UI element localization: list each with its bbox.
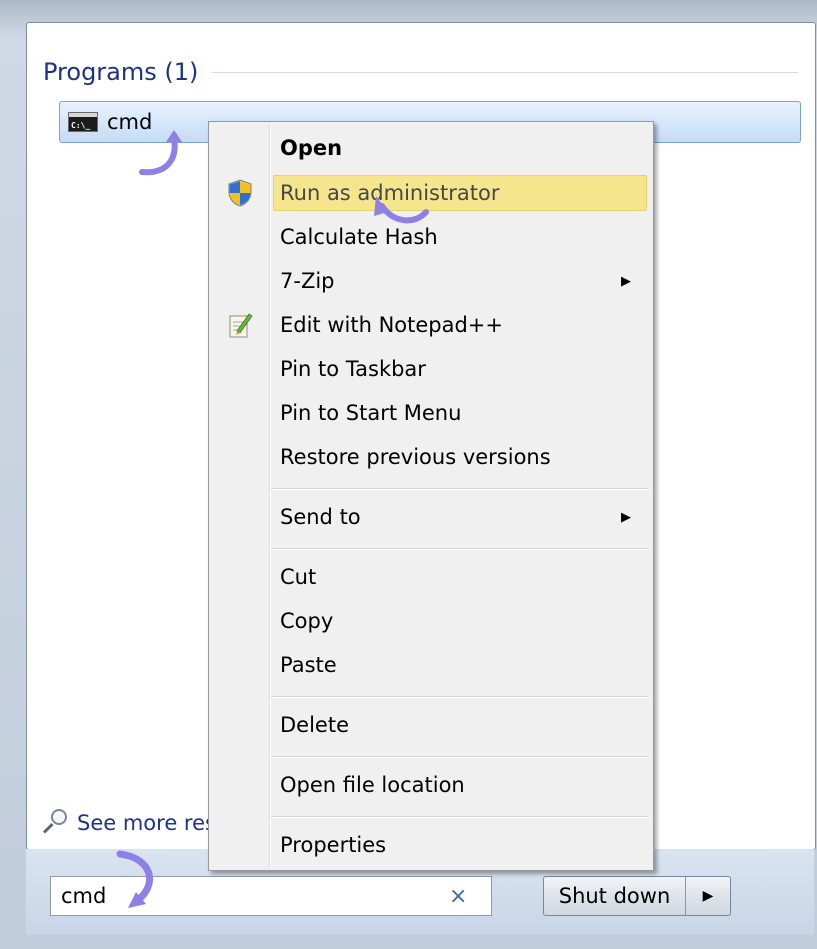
menu-item-label: Restore previous versions (280, 445, 551, 469)
see-more-results-link[interactable]: See more res (41, 807, 216, 839)
menu-item-label: Cut (280, 565, 317, 589)
menu-item-label: Pin to Start Menu (280, 401, 462, 425)
menu-item-properties[interactable]: Properties (211, 827, 651, 863)
menu-separator (271, 488, 649, 490)
shutdown-split-button: Shut down ▶ (543, 876, 731, 916)
uac-shield-icon (225, 178, 255, 208)
menu-item-label: Copy (280, 609, 334, 633)
menu-separator (271, 756, 649, 758)
shutdown-options-arrow-icon[interactable]: ▶ (686, 877, 730, 915)
cmd-console-icon: C:\_ (68, 112, 98, 132)
submenu-arrow-icon: ▶ (621, 273, 631, 289)
menu-item-pin-to-start-menu[interactable]: Pin to Start Menu (211, 395, 651, 431)
menu-item-label: Open file location (280, 773, 465, 797)
menu-item-label: Edit with Notepad++ (280, 313, 504, 337)
menu-item-cut[interactable]: Cut (211, 559, 651, 595)
menu-item-7-zip[interactable]: 7-Zip ▶ (211, 263, 651, 299)
menu-item-label: Pin to Taskbar (280, 357, 426, 381)
menu-item-label: Open (280, 136, 343, 160)
menu-item-copy[interactable]: Copy (211, 603, 651, 639)
menu-separator (271, 696, 649, 698)
menu-item-restore-previous-versions[interactable]: Restore previous versions (211, 439, 651, 475)
menu-item-label: Send to (280, 505, 361, 529)
context-menu: Open Run as administrator Calculate Hash… (208, 121, 654, 871)
menu-separator (271, 548, 649, 550)
annotation-arrow-icon (116, 850, 154, 908)
section-divider (212, 71, 798, 73)
annotation-arrow-icon (139, 130, 182, 176)
menu-item-open-file-location[interactable]: Open file location (211, 767, 651, 803)
menu-item-open[interactable]: Open (211, 130, 651, 166)
menu-item-pin-to-taskbar[interactable]: Pin to Taskbar (211, 351, 651, 387)
programs-section-title: Programs (1) (43, 58, 199, 86)
programs-section-header: Programs (1) (43, 57, 798, 87)
shutdown-button[interactable]: Shut down (544, 877, 685, 915)
menu-item-send-to[interactable]: Send to ▶ (211, 499, 651, 535)
menu-item-paste[interactable]: Paste (211, 647, 651, 683)
menu-item-delete[interactable]: Delete (211, 707, 651, 743)
menu-separator (271, 816, 649, 818)
clear-search-icon[interactable]: × (449, 884, 467, 909)
menu-item-label: Delete (280, 713, 349, 737)
annotation-arrow-icon (374, 196, 429, 224)
menu-item-edit-with-notepad-plus-plus[interactable]: Edit with Notepad++ (211, 307, 651, 343)
submenu-arrow-icon: ▶ (621, 509, 631, 525)
magnifier-icon (41, 809, 67, 837)
notepad-plus-plus-icon (225, 310, 255, 340)
menu-item-label: Paste (280, 653, 337, 677)
see-more-label: See more res (77, 811, 216, 835)
menu-item-label: Properties (280, 833, 387, 857)
menu-item-label: 7-Zip (280, 269, 335, 293)
